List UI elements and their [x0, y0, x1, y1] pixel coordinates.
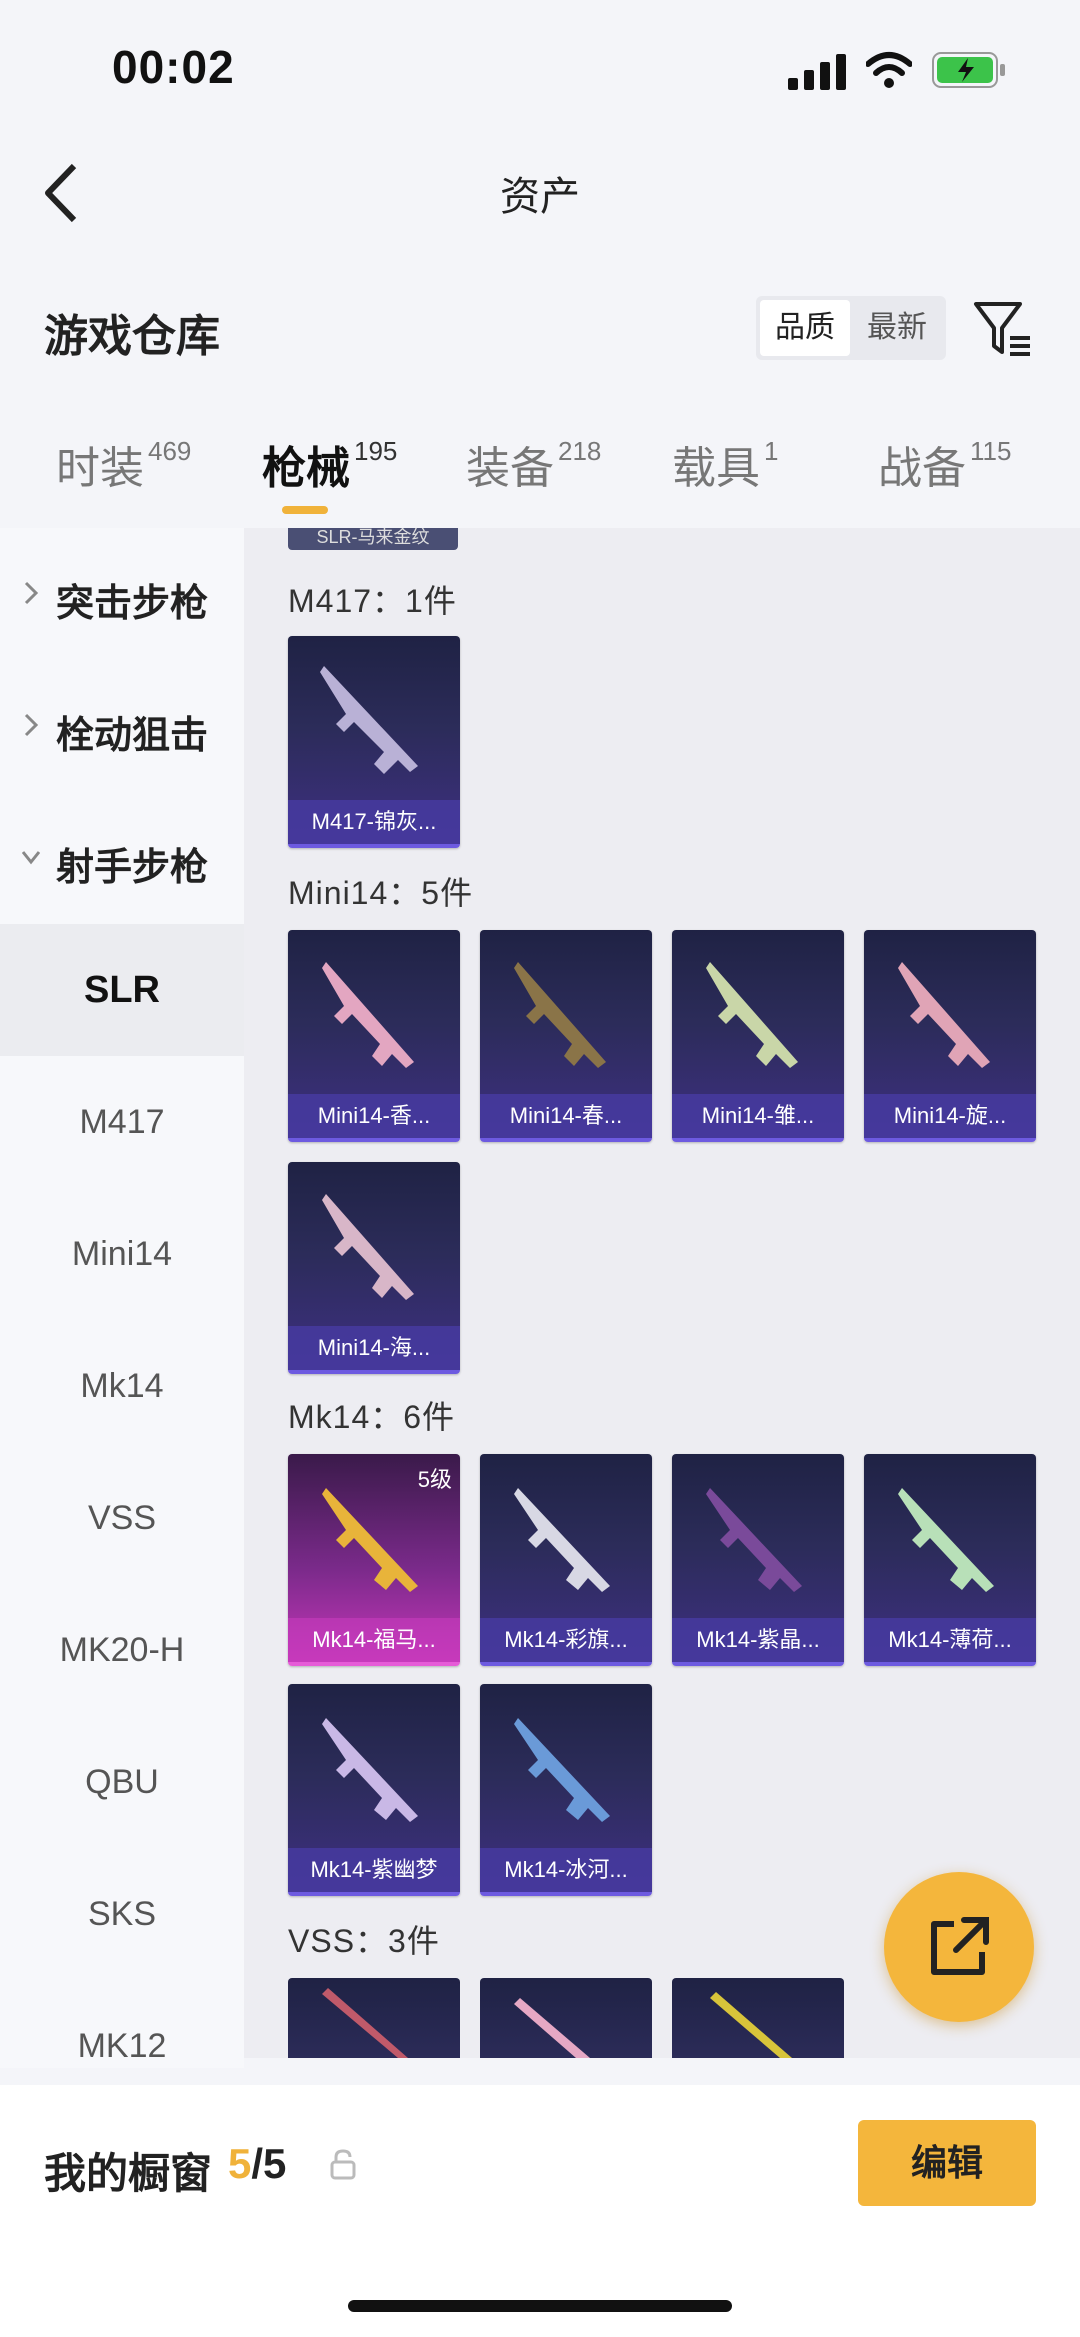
rifle-icon: [322, 1988, 408, 2058]
item-card[interactable]: Mk14-紫幽梦: [288, 1684, 460, 1896]
item-card[interactable]: [288, 1978, 460, 2058]
item-grid: SLR-马来金纹 M417：1件 M417-锦灰... Mini14：5件 Mi…: [244, 528, 1080, 2058]
rifle-icon: [322, 1488, 418, 1592]
item-card[interactable]: [672, 1978, 844, 2058]
signal-icon: [788, 54, 846, 90]
status-time: 00:02: [112, 41, 235, 93]
rifle-icon: [514, 1718, 610, 1822]
group-label-vss: VSS：3件: [288, 1923, 440, 1959]
share-button[interactable]: [884, 1872, 1034, 2022]
tab-gear[interactable]: 战备 115: [878, 432, 1011, 522]
item-card[interactable]: Mk14-薄荷...: [864, 1454, 1036, 1666]
wifi-icon: [866, 52, 912, 88]
sidebar-item-sks[interactable]: SKS: [0, 1848, 244, 1980]
sidebar-item-vss[interactable]: VSS: [0, 1452, 244, 1584]
sidebar-item-mk14[interactable]: Mk14: [0, 1320, 244, 1452]
home-indicator: [348, 2300, 732, 2312]
item-card[interactable]: 5级 Mk14-福马...: [288, 1454, 460, 1666]
sidebar-category-assault-rifles[interactable]: 突击步枪: [0, 528, 244, 660]
rifle-icon: [710, 1992, 792, 2058]
sidebar-category-bolt-snipers[interactable]: 栓动狙击: [0, 660, 244, 792]
item-card[interactable]: Mini14-香...: [288, 930, 460, 1142]
rifle-icon: [514, 962, 606, 1068]
group-label-m417: M417：1件: [288, 583, 457, 619]
tab-equipment[interactable]: 装备 218: [466, 432, 601, 522]
item-card[interactable]: Mini14-雏...: [672, 930, 844, 1142]
chevron-right-icon: [24, 581, 39, 605]
item-card[interactable]: [480, 1978, 652, 2058]
sidebar-item-qbu[interactable]: QBU: [0, 1716, 244, 1848]
rifle-icon: [322, 1194, 414, 1300]
sidebar-item-m417[interactable]: M417: [0, 1056, 244, 1188]
showcase-count: 5/5: [228, 2140, 287, 2187]
active-tab-indicator: [282, 506, 328, 514]
showcase-label: 我的橱窗: [44, 2150, 213, 2197]
sidebar-item-mini14[interactable]: Mini14: [0, 1188, 244, 1320]
sidebar-item-mk20h[interactable]: MK20-H: [0, 1584, 244, 1716]
rifle-icon: [514, 1488, 610, 1592]
sort-toggle[interactable]: 品质 最新: [756, 296, 946, 360]
item-card[interactable]: Mk14-冰河...: [480, 1684, 652, 1896]
rifle-icon: [898, 962, 990, 1068]
page-title: 资产: [500, 175, 580, 219]
category-sidebar: 突击步枪 栓动狙击 射手步枪 SLR M417 Mini14 Mk14 VSS …: [0, 528, 244, 2068]
tab-vehicles[interactable]: 载具 1: [672, 432, 778, 522]
lock-icon: [330, 2149, 356, 2180]
item-card[interactable]: Mini14-旋...: [864, 930, 1036, 1142]
rifle-icon: [706, 962, 798, 1068]
edit-button[interactable]: 编辑: [858, 2120, 1036, 2206]
chevron-right-icon: [24, 713, 39, 737]
item-card[interactable]: M417-锦灰...: [288, 636, 460, 848]
battery-icon: [932, 52, 1005, 88]
sidebar-item-slr[interactable]: SLR: [0, 924, 244, 1056]
partial-item-card[interactable]: SLR-马来金纹: [288, 528, 458, 550]
rifle-icon: [514, 1998, 590, 2058]
tab-outfits[interactable]: 时装 469: [56, 432, 191, 522]
sort-quality-option[interactable]: 品质: [760, 300, 850, 356]
section-title: 游戏仓库: [44, 312, 220, 361]
rifle-icon: [320, 666, 418, 774]
chevron-down-icon: [22, 851, 40, 865]
item-card[interactable]: Mk14-紫晶...: [672, 1454, 844, 1666]
rifle-icon: [706, 1488, 802, 1592]
sidebar-category-dmr[interactable]: 射手步枪: [0, 792, 244, 924]
filter-icon[interactable]: [972, 300, 1034, 360]
group-label-mini14: Mini14：5件: [288, 875, 474, 911]
item-card[interactable]: Mini14-海...: [288, 1162, 460, 1374]
rifle-icon: [898, 1488, 994, 1592]
sidebar-item-mk12[interactable]: MK12: [0, 1980, 244, 2068]
item-card[interactable]: Mk14-彩旗...: [480, 1454, 652, 1666]
sort-newest-option[interactable]: 最新: [852, 300, 942, 356]
share-icon: [931, 1917, 989, 1975]
rifle-icon: [322, 1718, 418, 1822]
item-card[interactable]: Mini14-春...: [480, 930, 652, 1142]
rifle-icon: [322, 962, 414, 1068]
group-label-mk14: Mk14：6件: [288, 1399, 456, 1435]
